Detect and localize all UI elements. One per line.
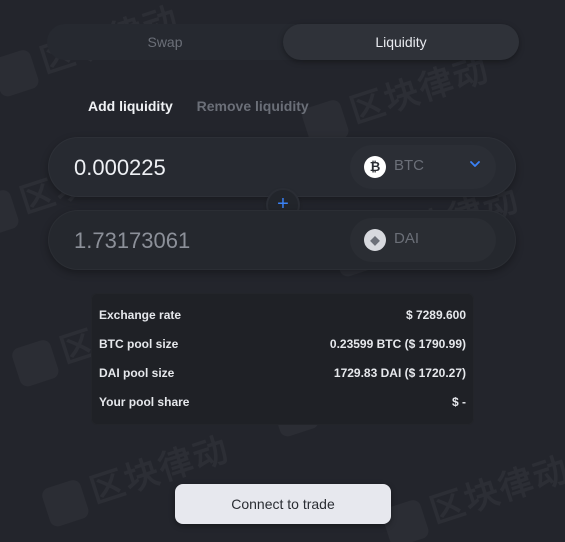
dai-token-selector[interactable]: ◆ DAI (350, 218, 496, 262)
btc-amount-field: ₿ BTC (48, 137, 516, 197)
info-row-pool-share: Your pool share $ - (99, 395, 466, 415)
btc-token-label: BTC (394, 157, 424, 174)
tab-swap[interactable]: Swap (47, 24, 283, 60)
dai-icon: ◆ (364, 229, 386, 251)
subtab-add-liquidity[interactable]: Add liquidity (88, 98, 173, 114)
info-label: Exchange rate (99, 308, 182, 322)
info-value: $ 7289.600 (405, 308, 466, 322)
btc-token-selector[interactable]: ₿ BTC (350, 145, 496, 189)
info-label: Your pool share (99, 395, 190, 409)
btc-amount-input[interactable] (72, 153, 326, 183)
bitcoin-icon: ₿ (364, 156, 386, 178)
info-label: BTC pool size (99, 337, 179, 351)
info-row-dai-pool-size: DAI pool size 1729.83 DAI ($ 1720.27) (99, 366, 466, 386)
subtab-remove-liquidity[interactable]: Remove liquidity (197, 98, 309, 114)
connect-to-trade-button[interactable]: Connect to trade (175, 484, 391, 524)
chevron-down-icon (470, 161, 480, 167)
info-label: DAI pool size (99, 366, 175, 380)
tab-liquidity[interactable]: Liquidity (283, 24, 519, 60)
dai-amount-field: ◆ DAI (48, 210, 516, 270)
info-value: 1729.83 DAI ($ 1720.27) (333, 366, 466, 380)
pool-info-panel: Exchange rate $ 7289.600 BTC pool size 0… (91, 293, 474, 425)
dai-amount-input[interactable] (72, 226, 326, 256)
mode-tabs: Swap Liquidity (47, 24, 519, 60)
watermark-layer: 区块律动 区块律动 区块律动 区块律动 区块律动 区块律动 区块律动 区块律动 (0, 0, 565, 542)
info-row-exchange-rate: Exchange rate $ 7289.600 (99, 308, 466, 328)
info-value: 0.23599 BTC ($ 1790.99) (329, 337, 466, 351)
info-value: $ - (451, 395, 466, 409)
liquidity-subtabs: Add liquidity Remove liquidity (88, 98, 309, 114)
info-row-btc-pool-size: BTC pool size 0.23599 BTC ($ 1790.99) (99, 337, 466, 357)
dai-token-label: DAI (394, 230, 420, 247)
